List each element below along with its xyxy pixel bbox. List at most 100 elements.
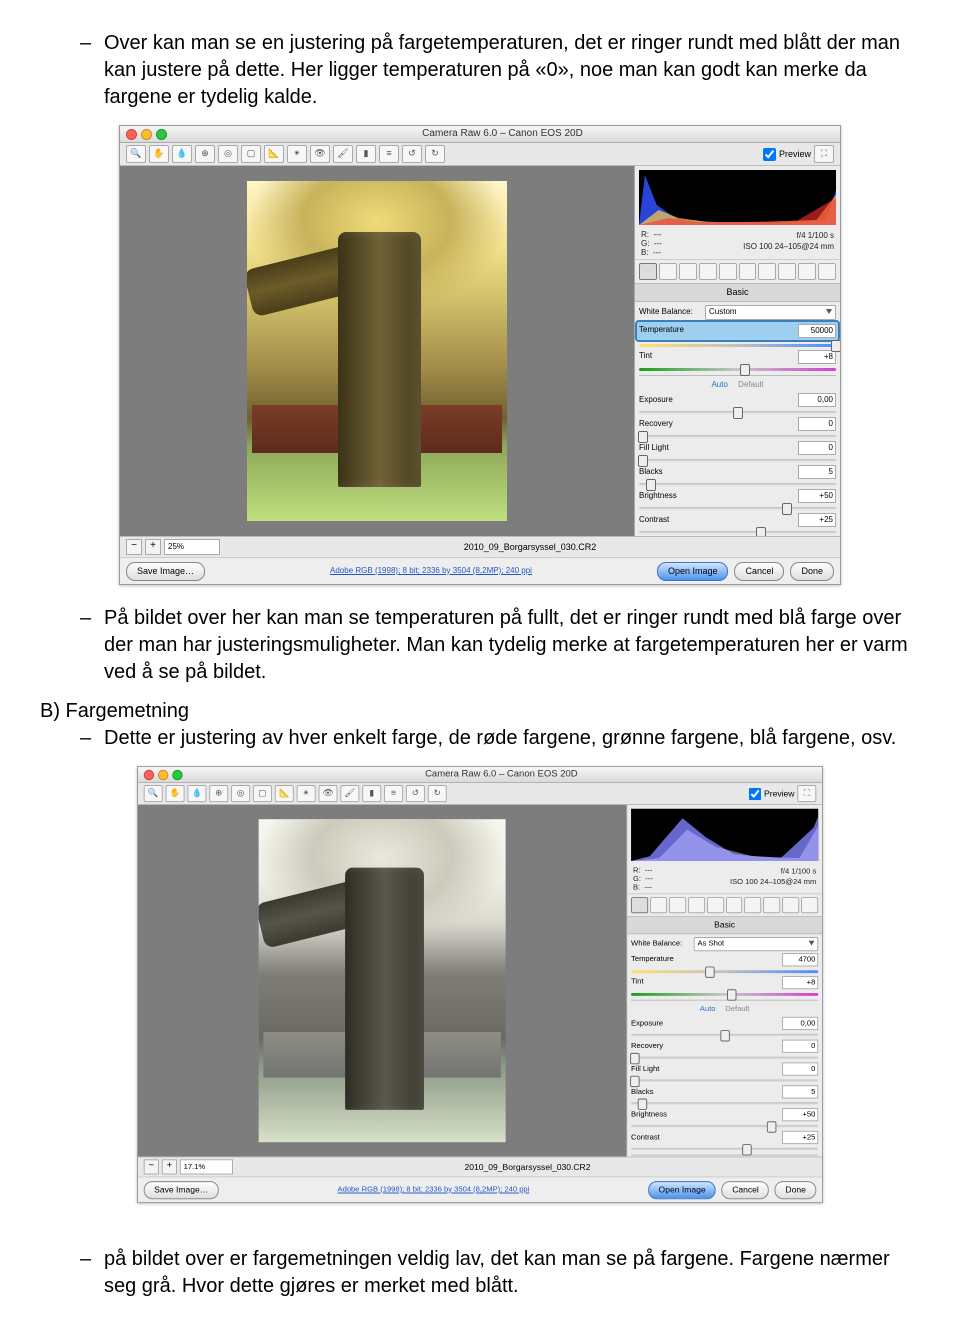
filllight-value[interactable]: 0 [782, 1063, 818, 1076]
preview-checkbox[interactable] [763, 148, 776, 161]
tint-value[interactable]: +8 [798, 350, 836, 364]
zoom-out-button[interactable]: − [144, 1159, 159, 1174]
filllight-value[interactable]: 0 [798, 441, 836, 455]
fullscreen-icon[interactable]: ⛶ [814, 145, 834, 163]
zoom-select[interactable]: 25% [164, 539, 220, 555]
default-link[interactable]: Default [738, 380, 763, 389]
wb-select[interactable]: As Shot [694, 937, 818, 951]
zoom-tool-icon[interactable]: 🔍 [126, 145, 146, 163]
tab-hsl[interactable] [688, 897, 705, 913]
temperature-value[interactable]: 50000 [798, 324, 836, 338]
blacks-slider[interactable] [639, 481, 836, 487]
minimize-icon[interactable] [158, 769, 168, 779]
tab-split[interactable] [707, 897, 724, 913]
prefs-tool-icon[interactable]: ≡ [384, 785, 403, 802]
open-image-button[interactable]: Open Image [648, 1181, 716, 1199]
recovery-slider[interactable] [631, 1055, 818, 1061]
save-image-button[interactable]: Save Image… [144, 1181, 219, 1199]
tab-cal[interactable] [778, 263, 796, 280]
tab-cal[interactable] [763, 897, 780, 913]
wb-tool-icon[interactable]: 💧 [172, 145, 192, 163]
redeye-tool-icon[interactable]: 👁 [310, 145, 330, 163]
prefs-tool-icon[interactable]: ≡ [379, 145, 399, 163]
tab-lens[interactable] [739, 263, 757, 280]
preview-canvas[interactable] [120, 166, 634, 536]
exposure-value[interactable]: 0,00 [798, 393, 836, 407]
preview-canvas[interactable] [138, 805, 626, 1156]
recovery-value[interactable]: 0 [798, 417, 836, 431]
rotate-left-icon[interactable]: ↺ [402, 145, 422, 163]
preview-toggle[interactable]: Preview [749, 787, 795, 799]
histogram[interactable] [631, 809, 818, 861]
tab-fx[interactable] [745, 897, 762, 913]
recovery-slider[interactable] [639, 433, 836, 439]
tab-hsl[interactable] [699, 263, 717, 280]
zoom-tool-icon[interactable]: 🔍 [144, 785, 163, 802]
brightness-value[interactable]: +50 [798, 489, 836, 503]
brightness-slider[interactable] [639, 505, 836, 511]
temperature-value[interactable]: 4700 [782, 953, 818, 966]
cancel-button[interactable]: Cancel [734, 562, 784, 581]
contrast-slider[interactable] [639, 529, 836, 535]
tab-presets[interactable] [782, 897, 799, 913]
zoom-in-button[interactable]: + [162, 1159, 177, 1174]
close-icon[interactable] [144, 769, 154, 779]
done-button[interactable]: Done [790, 562, 834, 581]
default-link[interactable]: Default [725, 1004, 749, 1013]
grad-tool-icon[interactable]: ▮ [362, 785, 381, 802]
zoom-icon[interactable] [156, 129, 167, 140]
minimize-icon[interactable] [141, 129, 152, 140]
preview-checkbox[interactable] [749, 787, 761, 799]
exposure-value[interactable]: 0,00 [782, 1017, 818, 1030]
rotate-left-icon[interactable]: ↺ [406, 785, 425, 802]
temperature-slider[interactable] [639, 342, 836, 348]
zoom-select[interactable]: 17.1% [180, 1159, 233, 1174]
wb-select[interactable]: Custom [705, 305, 836, 320]
blacks-value[interactable]: 5 [782, 1086, 818, 1099]
contrast-value[interactable]: +25 [782, 1131, 818, 1144]
wb-tool-icon[interactable]: 💧 [187, 785, 206, 802]
brightness-slider[interactable] [631, 1124, 818, 1130]
save-image-button[interactable]: Save Image… [126, 562, 205, 581]
tab-snap[interactable] [818, 263, 836, 280]
temperature-slider[interactable] [631, 968, 818, 974]
temperature-row[interactable]: Temperature 50000 [637, 322, 838, 340]
tab-basic[interactable] [631, 897, 648, 913]
brightness-value[interactable]: +50 [782, 1108, 818, 1121]
crop-tool-icon[interactable]: ▢ [253, 785, 272, 802]
sampler-tool-icon[interactable]: ⊕ [209, 785, 228, 802]
workflow-summary[interactable]: Adobe RGB (1998); 8 bit; 2336 by 3504 (8… [224, 1185, 642, 1195]
straighten-tool-icon[interactable]: 📐 [275, 785, 294, 802]
tab-lens[interactable] [726, 897, 743, 913]
tab-presets[interactable] [798, 263, 816, 280]
brush-tool-icon[interactable]: 🖌 [340, 785, 359, 802]
auto-link[interactable]: Auto [700, 1004, 716, 1013]
redeye-tool-icon[interactable]: 👁 [319, 785, 338, 802]
tint-slider[interactable] [631, 991, 818, 997]
open-image-button[interactable]: Open Image [657, 562, 729, 581]
fullscreen-icon[interactable]: ⛶ [797, 785, 816, 802]
tab-detail[interactable] [679, 263, 697, 280]
contrast-value[interactable]: +25 [798, 513, 836, 527]
zoom-out-button[interactable]: − [126, 539, 142, 555]
grad-tool-icon[interactable]: ▮ [356, 145, 376, 163]
target-tool-icon[interactable]: ◎ [218, 145, 238, 163]
tint-slider[interactable] [639, 366, 836, 372]
exposure-slider[interactable] [631, 1032, 818, 1038]
tab-detail[interactable] [669, 897, 686, 913]
exposure-slider[interactable] [639, 409, 836, 415]
tab-curve[interactable] [650, 897, 667, 913]
hand-tool-icon[interactable]: ✋ [166, 785, 185, 802]
tab-snap[interactable] [801, 897, 818, 913]
done-button[interactable]: Done [775, 1181, 816, 1199]
spot-tool-icon[interactable]: ✴ [297, 785, 316, 802]
brush-tool-icon[interactable]: 🖌 [333, 145, 353, 163]
filllight-slider[interactable] [631, 1078, 818, 1084]
tab-basic[interactable] [639, 263, 657, 280]
tint-value[interactable]: +8 [782, 976, 818, 989]
rotate-right-icon[interactable]: ↻ [428, 785, 447, 802]
hand-tool-icon[interactable]: ✋ [149, 145, 169, 163]
zoom-in-button[interactable]: + [145, 539, 161, 555]
preview-toggle[interactable]: Preview [763, 148, 811, 161]
close-icon[interactable] [126, 129, 137, 140]
